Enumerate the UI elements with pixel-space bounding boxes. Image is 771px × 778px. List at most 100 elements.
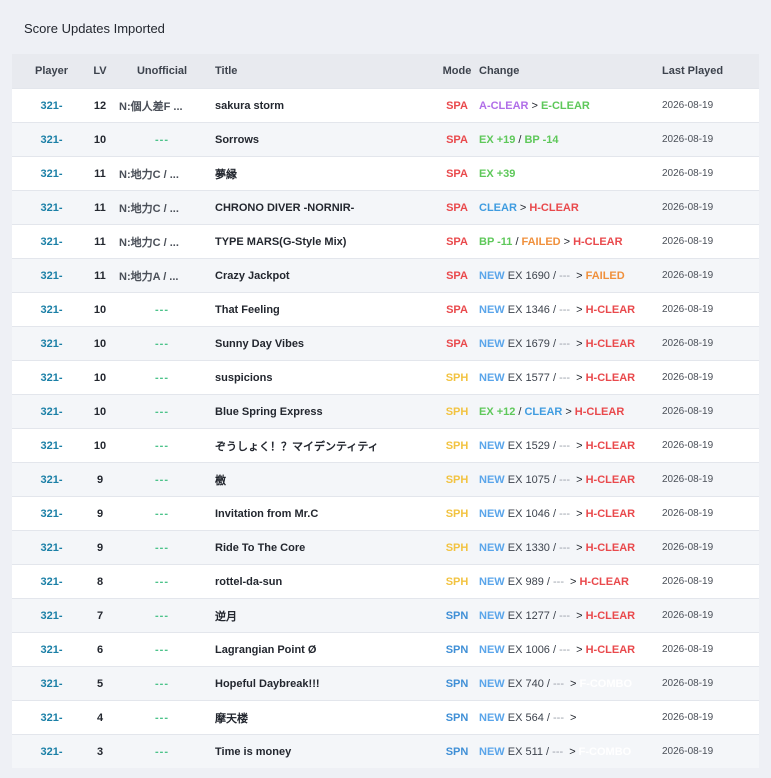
column-header-player[interactable]: Player bbox=[12, 54, 91, 89]
column-header-title[interactable]: Title bbox=[215, 54, 435, 89]
player-link[interactable]: 321- bbox=[12, 666, 91, 701]
table-row[interactable]: 321- 9 --- 檄 SPH NEW EX 1075 / --- > H-CLEAR 20… bbox=[12, 462, 759, 497]
song-title-link[interactable]: Sunny Day Vibes bbox=[215, 326, 435, 361]
last-played-date: 2026-08-19 bbox=[662, 224, 759, 259]
player-link[interactable]: 321- bbox=[12, 394, 91, 429]
table-row[interactable]: 321- 10 --- ぞうしょく！？マイデンティティ SPH NEW EX 1529 /… bbox=[12, 428, 759, 463]
song-title-link[interactable]: CHRONO DIVER -NORNIR- bbox=[215, 190, 435, 225]
change-segment-new: NEW bbox=[479, 337, 505, 350]
player-link[interactable]: 321- bbox=[12, 462, 91, 497]
change-segment-sep: > bbox=[565, 405, 572, 418]
mode-badge: SPH bbox=[435, 530, 479, 565]
change-segment-delta: EX +12 bbox=[479, 405, 516, 418]
song-title-link[interactable]: Crazy Jackpot bbox=[215, 258, 435, 293]
player-link[interactable]: 321- bbox=[12, 496, 91, 531]
player-link[interactable]: 321- bbox=[12, 88, 91, 123]
table-row[interactable]: 321- 6 --- Lagrangian Point Ø SPN NEW EX 1006… bbox=[12, 632, 759, 667]
song-title-link[interactable]: 摩天楼 bbox=[215, 700, 435, 735]
last-played-date: 2026-08-19 bbox=[662, 292, 759, 327]
song-title-link[interactable]: Ride To The Core bbox=[215, 530, 435, 565]
table-row[interactable]: 321- 12 N:個人差F ... sakura storm SPA A-CLEAR > E… bbox=[12, 88, 759, 123]
table-row[interactable]: 321- 9 --- Invitation from Mr.C SPH NEW EX 10… bbox=[12, 496, 759, 531]
change-segment-plain: EX 1277 / bbox=[504, 609, 557, 622]
change-segment-new: NEW bbox=[479, 609, 505, 622]
player-link[interactable]: 321- bbox=[12, 564, 91, 599]
song-title-link[interactable]: 檄 bbox=[215, 462, 435, 497]
column-header-last-played[interactable]: Last Played bbox=[662, 54, 759, 89]
player-link[interactable]: 321- bbox=[12, 530, 91, 565]
player-link[interactable]: 321- bbox=[12, 598, 91, 633]
unofficial-tier-cell: --- bbox=[109, 700, 215, 735]
change-segment-gray: --- bbox=[556, 609, 574, 622]
song-title-link[interactable]: Sorrows bbox=[215, 122, 435, 157]
column-header-mode[interactable]: Mode bbox=[435, 54, 479, 89]
level-cell: 10 bbox=[91, 326, 109, 361]
change-segment-h-clear: H-CLEAR bbox=[529, 201, 579, 214]
change-segment-h-clear: H-CLEAR bbox=[585, 473, 636, 486]
song-title-link[interactable]: 夢縁 bbox=[215, 156, 435, 191]
table-row[interactable]: 321- 3 --- Time is money SPN NEW EX 511 / ---… bbox=[12, 734, 759, 768]
player-link[interactable]: 321- bbox=[12, 224, 91, 259]
table-row[interactable]: 321- 10 --- That Feeling SPA NEW EX 1346 / --… bbox=[12, 292, 759, 327]
column-header-unofficial[interactable]: Unofficial bbox=[109, 54, 215, 89]
table-row[interactable]: 321- 10 --- Sorrows SPA EX +19/BP -14 2026-08-… bbox=[12, 122, 759, 157]
song-title-link[interactable]: suspicions bbox=[215, 360, 435, 395]
change-segment-h-clear: H-CLEAR bbox=[585, 371, 636, 384]
last-played-date: 2026-08-19 bbox=[662, 632, 759, 667]
table-row[interactable]: 321- 8 --- rottel-da-sun SPH NEW EX 989 / ---… bbox=[12, 564, 759, 599]
song-title-link[interactable]: That Feeling bbox=[215, 292, 435, 327]
table-row[interactable]: 321- 10 --- suspicions SPH NEW EX 1577 / --- … bbox=[12, 360, 759, 395]
mode-badge: SPH bbox=[435, 496, 479, 531]
player-link[interactable]: 321- bbox=[12, 292, 91, 327]
change-segment-h-clear: H-CLEAR bbox=[585, 541, 636, 554]
table-row[interactable]: 321- 4 --- 摩天楼 SPN NEW EX 564 / --- >2026-08-… bbox=[12, 700, 759, 735]
change-segment-f-combo: F-COMBO bbox=[578, 745, 632, 758]
song-title-link[interactable]: sakura storm bbox=[215, 88, 435, 123]
change-segment-h-clear: H-CLEAR bbox=[573, 235, 623, 248]
table-row[interactable]: 321- 11 N:地力A / ... Crazy Jackpot SPA NEW EX … bbox=[12, 258, 759, 293]
change-cell: NEW EX 1330 / --- > H-CLEAR bbox=[479, 530, 662, 565]
table-row[interactable]: 321- 7 --- 逆月 SPN NEW EX 1277 / --- > H-CLEAR 2… bbox=[12, 598, 759, 633]
player-link[interactable]: 321- bbox=[12, 632, 91, 667]
song-title-link[interactable]: Lagrangian Point Ø bbox=[215, 632, 435, 667]
player-link[interactable]: 321- bbox=[12, 360, 91, 395]
change-segment-delta: EX +19 bbox=[479, 133, 516, 146]
change-segment-new: NEW bbox=[479, 677, 505, 690]
change-segment-gray: --- bbox=[556, 337, 574, 350]
table-row[interactable]: 321- 11 N:地力C / ... TYPE MARS(G-Style Mix) S… bbox=[12, 224, 759, 259]
song-title-link[interactable]: TYPE MARS(G-Style Mix) bbox=[215, 224, 435, 259]
table-row[interactable]: 321- 10 --- Blue Spring Express SPH EX +12/CL… bbox=[12, 394, 759, 429]
song-title-link[interactable]: ぞうしょく！？マイデンティティ bbox=[215, 428, 435, 463]
song-title-link[interactable]: Hopeful Daybreak!!! bbox=[215, 666, 435, 701]
table-row[interactable]: 321- 11 N:地力C / ... CHRONO DIVER -NORNIR- SP… bbox=[12, 190, 759, 225]
last-played-date: 2026-08-19 bbox=[662, 700, 759, 735]
mode-badge: SPH bbox=[435, 360, 479, 395]
song-title-link[interactable]: 逆月 bbox=[215, 598, 435, 633]
unofficial-tier-cell: --- bbox=[109, 122, 215, 157]
song-title-link[interactable]: Invitation from Mr.C bbox=[215, 496, 435, 531]
player-link[interactable]: 321- bbox=[12, 700, 91, 735]
change-segment-delta: BP -11 bbox=[479, 235, 513, 248]
table-row[interactable]: 321- 11 N:地力C / ... 夢縁 SPA EX +39 2026-08-19 bbox=[12, 156, 759, 191]
column-header-lv[interactable]: LV bbox=[91, 54, 109, 89]
unofficial-tier-cell: --- bbox=[109, 292, 215, 327]
player-link[interactable]: 321- bbox=[12, 258, 91, 293]
change-segment-new: NEW bbox=[479, 439, 505, 452]
table-row[interactable]: 321- 10 --- Sunny Day Vibes SPA NEW EX 1679 /… bbox=[12, 326, 759, 361]
player-link[interactable]: 321- bbox=[12, 326, 91, 361]
level-cell: 6 bbox=[91, 632, 109, 667]
player-link[interactable]: 321- bbox=[12, 122, 91, 157]
player-link[interactable]: 321- bbox=[12, 734, 91, 768]
table-row[interactable]: 321- 5 --- Hopeful Daybreak!!! SPN NEW EX 740… bbox=[12, 666, 759, 701]
change-segment-failed: FAILED bbox=[521, 235, 561, 248]
song-title-link[interactable]: rottel-da-sun bbox=[215, 564, 435, 599]
song-title-link[interactable]: Time is money bbox=[215, 734, 435, 768]
player-link[interactable]: 321- bbox=[12, 428, 91, 463]
song-title-link[interactable]: Blue Spring Express bbox=[215, 394, 435, 429]
player-link[interactable]: 321- bbox=[12, 190, 91, 225]
change-segment-new: NEW bbox=[479, 507, 505, 520]
change-segment-gray: --- bbox=[549, 575, 568, 588]
table-row[interactable]: 321- 9 --- Ride To The Core SPH NEW EX 1330 /… bbox=[12, 530, 759, 565]
column-header-change[interactable]: Change bbox=[479, 54, 662, 89]
player-link[interactable]: 321- bbox=[12, 156, 91, 191]
